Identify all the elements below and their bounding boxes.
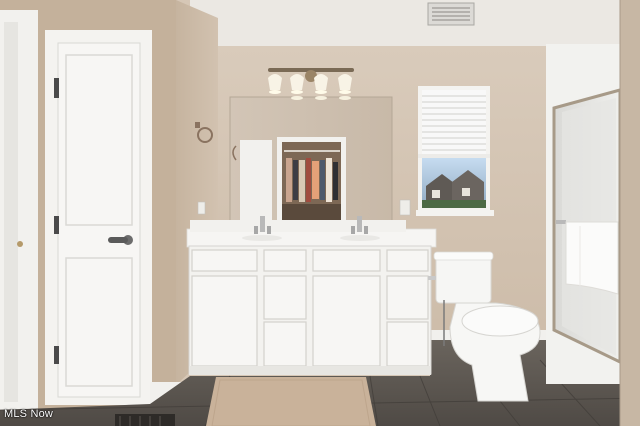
sink-left — [242, 235, 282, 241]
vanity-drawer-top-3 — [312, 249, 381, 272]
mirror-reflection-closet — [277, 137, 346, 221]
sink-right — [340, 235, 380, 241]
mirror-reflection-door — [240, 140, 272, 220]
bathroom-illustration — [0, 0, 640, 426]
light-switch — [399, 199, 411, 216]
vanity-drawer-top-2 — [263, 249, 307, 272]
floor-vent — [115, 414, 175, 426]
toilet-tank — [435, 252, 492, 304]
ceiling-vent — [427, 2, 475, 26]
vanity-drawer-top-4 — [386, 249, 429, 272]
vanity-door-left — [191, 275, 258, 367]
towel — [565, 221, 619, 295]
vanity-backsplash — [190, 220, 406, 232]
wall-outlet-left — [197, 201, 206, 215]
toilet-lid — [461, 305, 539, 337]
bath-rug — [206, 377, 376, 426]
bathroom-photo: MLS Now — [0, 0, 640, 426]
vanity-door-right — [312, 275, 381, 367]
vanity-drawer-top-1 — [191, 249, 258, 272]
vanity-drawer-middle-2 — [263, 321, 307, 367]
vanity-drawer-middle-1 — [263, 275, 307, 320]
left-door-hinge — [17, 241, 23, 247]
right-wall-edge — [620, 0, 640, 426]
door — [57, 42, 141, 398]
window — [416, 86, 494, 216]
vanity-drawer-right-1 — [386, 275, 429, 320]
vanity-drawer-right-2 — [386, 321, 429, 367]
watermark-mls-now: MLS Now — [4, 408, 54, 420]
ceiling — [190, 0, 620, 46]
